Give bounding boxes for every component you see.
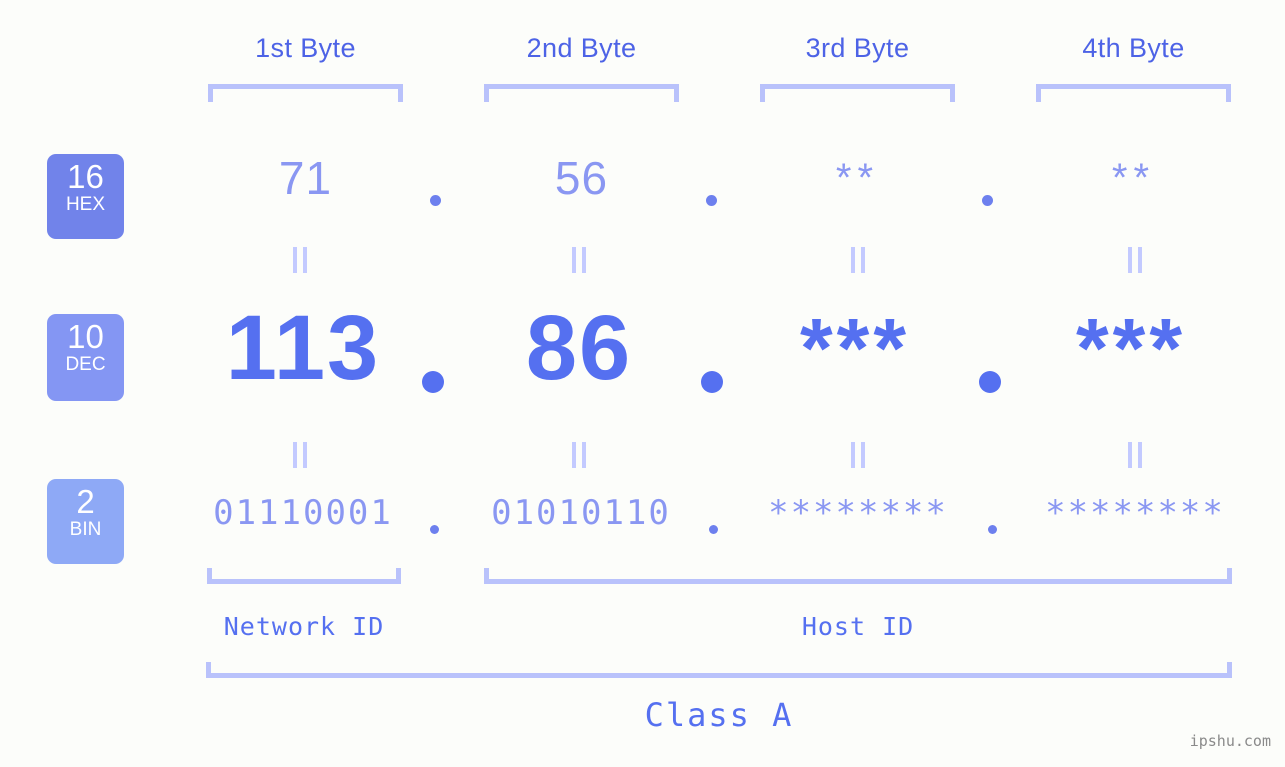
equality-bars-8 [1126,442,1146,468]
hex-byte-value-4: ** [1111,156,1156,200]
equality-bars-7 [849,442,869,468]
equality-bars-3 [849,247,869,273]
base-badge-bin-abbr: BIN [69,519,102,540]
base-badge-bin: 2 BIN [47,479,124,564]
ip-address-breakdown-diagram: 1st Byte 2nd Byte 3rd Byte 4th Byte 16 H… [0,0,1285,767]
base-badge-hex-abbr: HEX [65,194,106,215]
equality-bars-2 [570,247,590,273]
hex-separator-dot-2 [706,195,717,206]
byte-header-label-1: 1st Byte [255,33,356,63]
byte-bracket-2 [484,84,679,102]
dec-separator-dot-2 [701,371,723,393]
network-id-label: Network ID [223,612,385,641]
byte-header-label-3: 3rd Byte [805,33,910,63]
bin-separator-dot-3 [988,525,997,534]
dec-byte-value-1: 113 [225,297,381,399]
hex-separator-dot-3 [982,195,993,206]
dec-separator-dot-1 [422,371,444,393]
bin-byte-value-1: 01110001 [213,493,393,533]
hex-byte-value-3: ** [835,156,880,200]
base-badge-dec: 10 DEC [47,314,124,401]
hex-byte-value-1: 71 [278,152,333,204]
class-label: Class A [644,696,794,734]
byte-bracket-4 [1036,84,1231,102]
bin-byte-value-2: 01010110 [491,493,671,533]
dec-byte-value-3: *** [799,301,911,395]
byte-bracket-3 [760,84,955,102]
byte-bracket-1 [208,84,403,102]
dec-byte-value-2: 86 [525,297,633,399]
host-id-bracket [484,568,1232,584]
equality-bars-5 [291,442,311,468]
bin-separator-dot-1 [430,525,439,534]
bin-byte-value-3: ******** [768,493,948,533]
base-badge-bin-number: 2 [76,483,95,520]
byte-header-label-4: 4th Byte [1082,33,1185,63]
base-badge-hex: 16 HEX [47,154,124,239]
bin-separator-dot-2 [709,525,718,534]
host-id-label: Host ID [801,612,915,641]
dec-byte-value-4: *** [1075,301,1187,395]
dec-separator-dot-3 [979,371,1001,393]
equality-bars-6 [570,442,590,468]
bin-byte-value-4: ******** [1045,493,1225,533]
equality-bars-1 [291,247,311,273]
base-badge-hex-number: 16 [67,158,104,195]
hex-byte-value-2: 56 [554,152,609,204]
network-id-bracket [207,568,401,584]
class-bracket [206,662,1232,678]
site-watermark: ipshu.com [1189,732,1271,750]
base-badge-dec-abbr: DEC [65,354,106,375]
byte-header-label-2: 2nd Byte [526,33,637,63]
equality-bars-4 [1126,247,1146,273]
base-badge-dec-number: 10 [67,318,104,355]
hex-separator-dot-1 [430,195,441,206]
